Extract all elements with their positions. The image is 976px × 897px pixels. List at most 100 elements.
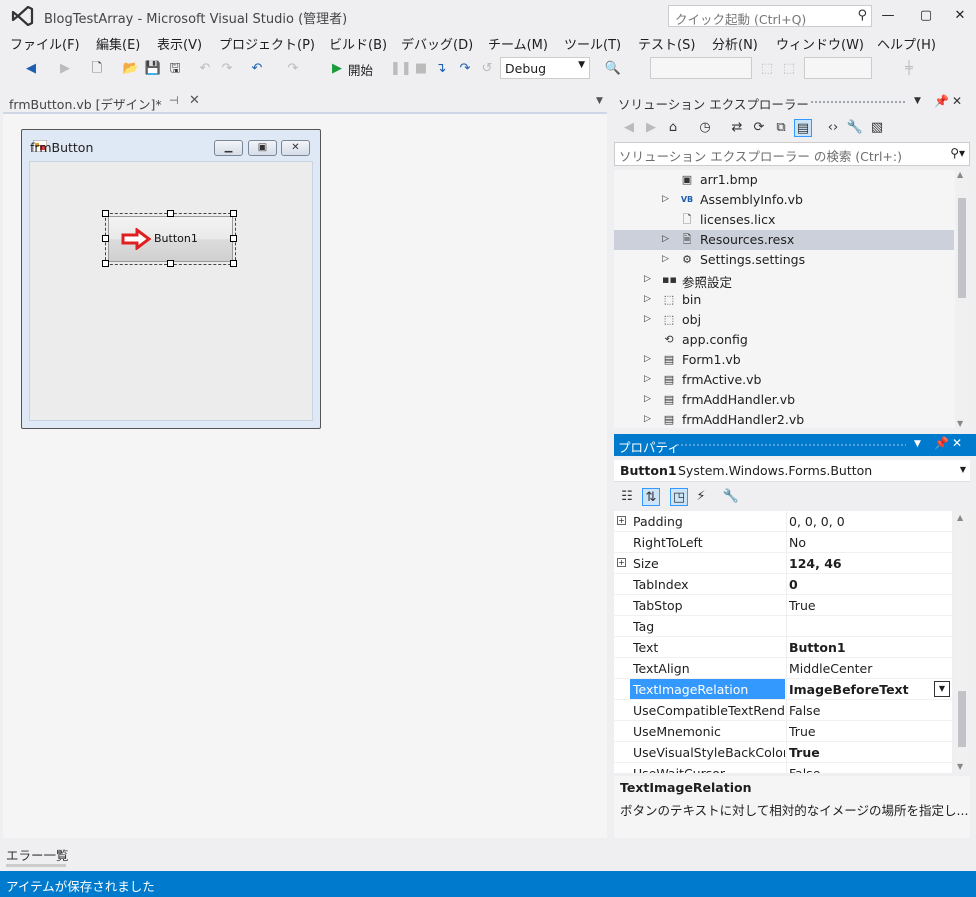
menu-analyze[interactable]: 分析(N) — [712, 34, 758, 53]
menu-tools[interactable]: ツール(T) — [564, 34, 621, 53]
show-all-files-icon[interactable]: ▤ — [794, 119, 812, 137]
toolbar-options-icon[interactable]: ╪ — [900, 60, 918, 78]
tree-item[interactable]: ▷ ⬚ bin — [614, 290, 954, 310]
stop-icon[interactable]: ■ — [412, 60, 430, 78]
expand-arrow-icon[interactable]: ▷ — [644, 354, 651, 364]
property-value[interactable]: True — [789, 745, 820, 760]
comment-icon[interactable]: ⬚ — [758, 60, 776, 78]
resize-handle[interactable] — [167, 210, 174, 217]
tree-item[interactable]: ▷ 🗎 Resources.resx — [614, 230, 954, 250]
scroll-up-icon[interactable]: ▲ — [957, 513, 963, 522]
tree-item[interactable]: ▷ ▤ Form1.vb — [614, 350, 954, 370]
close-button[interactable]: ✕ — [948, 6, 972, 26]
property-value[interactable]: MiddleCenter — [789, 661, 872, 676]
step-into-icon[interactable]: ↴ — [432, 60, 450, 78]
expand-arrow-icon[interactable]: ▷ — [644, 274, 651, 284]
expand-plus-icon[interactable]: + — [617, 516, 626, 525]
resize-handle[interactable] — [102, 260, 109, 267]
pause-icon[interactable]: ❚❚ — [390, 60, 412, 78]
expand-arrow-icon[interactable]: ▷ — [644, 414, 651, 424]
menu-debug[interactable]: デバッグ(D) — [401, 34, 473, 53]
menu-edit[interactable]: 編集(E) — [96, 34, 140, 53]
open-file-icon[interactable]: 📂 — [122, 60, 140, 78]
view-designer-icon[interactable]: ▧ — [868, 119, 886, 137]
tree-item[interactable]: ▷ ⚙ Settings.settings — [614, 250, 954, 270]
expand-arrow-icon[interactable]: ▷ — [644, 374, 651, 384]
close-icon[interactable]: ✕ — [952, 94, 962, 108]
sync-icon[interactable]: ⇄ — [728, 119, 746, 137]
resize-handle[interactable] — [167, 260, 174, 267]
undo-icon[interactable]: ↶ — [248, 60, 266, 78]
pin-icon[interactable]: ⊣ — [169, 94, 179, 107]
quick-launch-input[interactable]: クイック起動 (Ctrl+Q) ⚲ — [668, 5, 872, 27]
maximize-button[interactable]: ▢ — [914, 6, 938, 26]
pin-icon[interactable]: 📌 — [934, 94, 949, 108]
property-row[interactable]: TabIndex 0 — [614, 574, 952, 595]
tree-item[interactable]: ⟲ app.config — [614, 330, 954, 350]
properties-object-selector[interactable]: Button1 System.Windows.Forms.Button ▼ — [614, 460, 970, 482]
property-row[interactable]: Text Button1 — [614, 637, 952, 658]
redo-disabled-icon[interactable]: ↷ — [218, 60, 236, 78]
properties-view-icon[interactable]: ◳ — [670, 488, 688, 506]
start-button-label[interactable]: 開始 — [348, 60, 373, 79]
tree-item[interactable]: ▷ ⬚ obj — [614, 310, 954, 330]
property-row[interactable]: TabStop True — [614, 595, 952, 616]
property-value[interactable]: False — [789, 766, 820, 773]
redo-icon[interactable]: ↷ — [284, 60, 302, 78]
property-row[interactable]: UseWaitCursor False — [614, 763, 952, 773]
resize-handle[interactable] — [230, 235, 237, 242]
menu-view[interactable]: 表示(V) — [157, 34, 202, 53]
resize-handle[interactable] — [102, 210, 109, 217]
solution-tree-scrollbar[interactable]: ▲ ▼ — [955, 170, 969, 428]
property-row[interactable]: UseVisualStyleBackColor True — [614, 742, 952, 763]
resize-handle[interactable] — [102, 235, 109, 242]
property-value[interactable]: 0 — [789, 577, 798, 592]
expand-arrow-icon[interactable]: ▷ — [644, 314, 651, 324]
property-dropdown-button[interactable]: ▼ — [934, 681, 950, 697]
view-code-icon[interactable]: ‹› — [824, 119, 842, 137]
forward-icon[interactable]: ▶ — [56, 60, 74, 78]
expand-arrow-icon[interactable]: ▷ — [644, 294, 651, 304]
back-icon[interactable]: ◀ — [22, 60, 40, 78]
menu-team[interactable]: チーム(M) — [488, 34, 548, 53]
error-list-tab[interactable]: エラー一覧 — [6, 845, 69, 864]
tree-item[interactable]: ▷ VB AssemblyInfo.vb — [614, 190, 954, 210]
form-client-area[interactable] — [29, 161, 313, 421]
property-value[interactable]: False — [789, 703, 820, 718]
tree-item[interactable]: ▷ ▤ frmActive.vb — [614, 370, 954, 390]
pending-changes-icon[interactable]: ◷ — [696, 119, 714, 137]
property-value[interactable]: True — [789, 598, 816, 613]
expand-plus-icon[interactable]: + — [617, 558, 626, 567]
scroll-thumb[interactable] — [958, 691, 966, 747]
collapse-all-icon[interactable]: ⧉ — [772, 119, 790, 137]
menu-test[interactable]: テスト(S) — [638, 34, 695, 53]
close-tab-icon[interactable]: ✕ — [189, 93, 200, 108]
menu-help[interactable]: ヘルプ(H) — [877, 34, 936, 53]
step-out-icon[interactable]: ↺ — [478, 60, 496, 78]
scroll-thumb[interactable] — [958, 198, 966, 298]
tree-item[interactable]: 🗋 licenses.licx — [614, 210, 954, 230]
platform-combo[interactable] — [650, 57, 752, 79]
scroll-down-icon[interactable]: ▼ — [957, 762, 963, 771]
undo-disabled-icon[interactable]: ↶ — [196, 60, 214, 78]
events-lightning-icon[interactable]: ⚡ — [692, 488, 710, 506]
start-play-icon[interactable]: ▶ — [328, 60, 346, 78]
scroll-down-icon[interactable]: ▼ — [957, 419, 963, 428]
panel-menu-icon[interactable]: ▼ — [914, 439, 921, 449]
property-value[interactable]: 0, 0, 0, 0 — [789, 514, 845, 529]
refresh-icon[interactable]: ⟳ — [750, 119, 768, 137]
properties-wrench-icon[interactable]: 🔧 — [846, 119, 864, 137]
resize-handle[interactable] — [230, 210, 237, 217]
property-row[interactable]: + Size 124, 46 — [614, 553, 952, 574]
pin-icon[interactable]: 📌 — [934, 436, 949, 450]
menu-file[interactable]: ファイル(F) — [10, 34, 80, 53]
categorized-icon[interactable]: ☷ — [618, 488, 636, 506]
tab-list-dropdown-icon[interactable]: ▼ — [596, 96, 603, 106]
menu-window[interactable]: ウィンドウ(W) — [776, 34, 864, 53]
property-row[interactable]: UseCompatibleTextRendering False — [614, 700, 952, 721]
close-icon[interactable]: ✕ — [952, 436, 962, 450]
property-row[interactable]: TextAlign MiddleCenter — [614, 658, 952, 679]
alphabetical-icon[interactable]: ⇅ — [642, 488, 660, 506]
panel-menu-icon[interactable]: ▼ — [914, 96, 921, 106]
expand-arrow-icon[interactable]: ▷ — [662, 254, 669, 264]
